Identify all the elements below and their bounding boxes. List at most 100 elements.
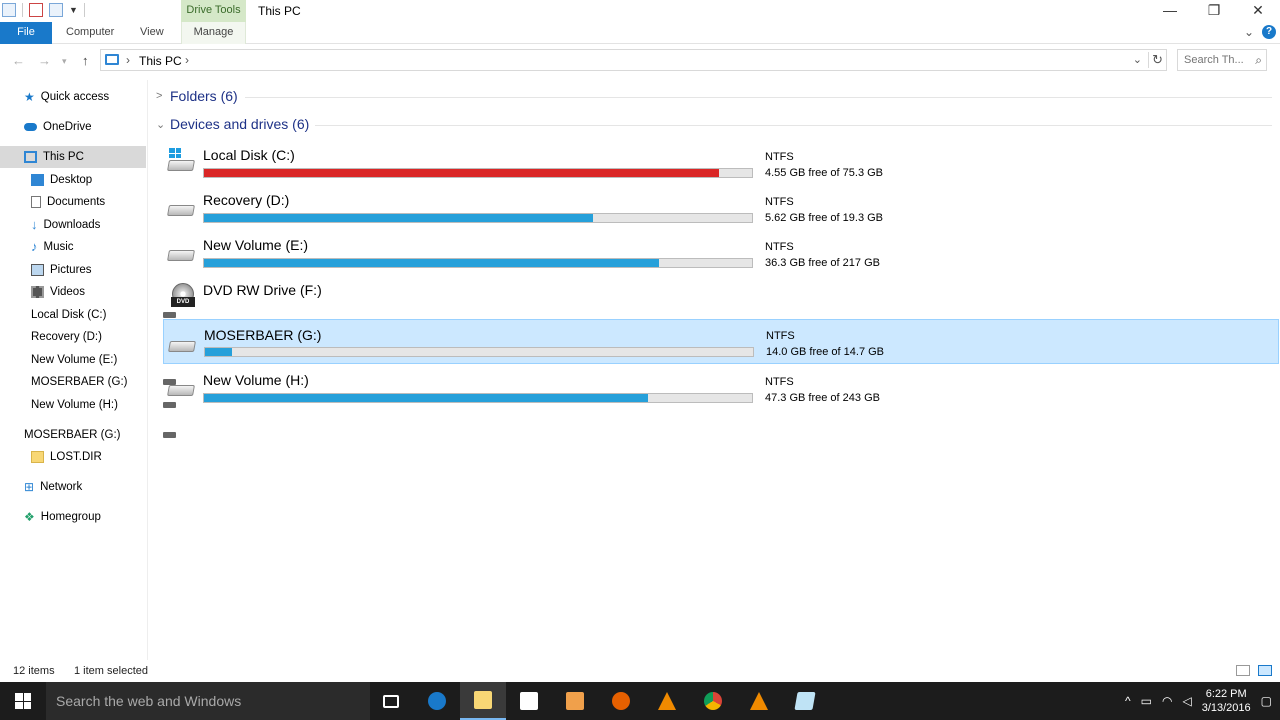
group-folders[interactable]: > Folders (6) [156,88,238,104]
nav-moserbaer-g-root[interactable]: MOSERBAER (G:) [0,424,176,446]
nav-desktop[interactable]: Desktop [0,169,146,191]
help-icon[interactable]: ? [1262,25,1276,39]
drive-item-d[interactable]: Recovery (D:) NTFS 5.62 GB free of 19.3 … [163,187,1279,231]
nav-label: MOSERBAER (G:) [31,376,128,388]
nav-label: LOST.DIR [50,451,102,463]
drive-usage-bar [203,168,753,178]
new-folder-icon[interactable] [49,3,63,17]
properties-icon[interactable] [2,3,16,17]
start-button[interactable] [0,682,46,720]
nav-label: Videos [50,286,85,298]
nav-recovery-d[interactable]: Recovery (D:) [0,326,176,348]
customize-toolbar-icon[interactable]: ▼ [69,5,78,15]
drive-item-h[interactable]: New Volume (H:) NTFS 47.3 GB free of 243… [163,367,1279,411]
nav-videos[interactable]: Videos [0,281,146,303]
drive-item-e[interactable]: New Volume (E:) NTFS 36.3 GB free of 217… [163,232,1279,276]
details-view-icon[interactable] [1236,665,1250,676]
tab-file[interactable]: File [0,22,52,44]
clock-date: 3/13/2016 [1201,702,1251,714]
nav-pictures[interactable]: Pictures [0,259,146,281]
drive-free-space: 4.55 GB free of 75.3 GB [765,167,884,179]
up-arrow-icon[interactable]: ↑ [82,53,89,68]
nav-lost-dir[interactable]: LOST.DIR [0,446,146,468]
notepad-icon[interactable] [782,682,828,720]
nav-documents[interactable]: Documents [0,191,146,213]
address-row: ← → ▾ ↑ › This PC › ⌄ ↻ ⌕ [0,46,1280,76]
homegroup-icon: ❖ [24,510,35,524]
address-dropdown-icon[interactable]: ⌄ [1133,53,1142,66]
battery-icon[interactable]: ▭ [1141,694,1152,708]
drive-usage-fill [204,169,720,177]
nav-label: New Volume (H:) [31,399,118,411]
task-view-icon[interactable] [368,682,414,720]
notifications-icon[interactable]: ▢ [1261,694,1272,708]
nav-homegroup[interactable]: ❖ Homegroup [0,506,146,528]
desktop-icon [31,174,44,186]
clock[interactable]: 6:22 PM 3/13/2016 [1202,687,1251,715]
nav-moserbaer-g[interactable]: MOSERBAER (G:) [0,371,176,393]
nav-this-pc[interactable]: This PC [0,146,146,168]
file-explorer-icon[interactable] [460,682,506,720]
store-icon[interactable] [506,682,552,720]
chrome-icon[interactable] [690,682,736,720]
nav-onedrive[interactable]: OneDrive [0,116,146,138]
back-arrow-icon[interactable]: ← [12,53,25,68]
taskbar: Search the web and Windows ^ ▭ ◠ ◁ 6:22 … [0,682,1280,720]
firefox-icon[interactable] [598,682,644,720]
nav-downloads[interactable]: ↓ Downloads [0,214,146,236]
nav-network[interactable]: ⊞ Network [0,476,146,498]
media-player-icon[interactable] [552,682,598,720]
search-icon[interactable]: ⌕ [1255,53,1262,68]
tab-manage[interactable]: Manage [181,22,246,44]
nav-new-volume-h[interactable]: New Volume (H:) [0,394,176,416]
edge-icon[interactable] [414,682,460,720]
minimize-button[interactable]: — [1148,0,1192,22]
forward-arrow-icon[interactable]: → [38,53,51,68]
nav-local-disk-c[interactable]: Local Disk (C:) [0,304,176,326]
drive-item-c[interactable]: Local Disk (C:) NTFS 4.55 GB free of 75.… [163,142,1279,186]
nav-label: Documents [47,196,106,208]
tray-chevron-icon[interactable]: ^ [1125,694,1131,708]
vlc-icon[interactable] [736,682,782,720]
vlc-icon[interactable] [644,682,690,720]
taskbar-search[interactable]: Search the web and Windows [46,682,370,720]
this-pc-icon [105,54,119,65]
expand-ribbon-icon[interactable]: ⌄ [1244,25,1254,39]
wifi-icon[interactable]: ◠ [1162,694,1172,708]
close-button[interactable]: ✕ [1236,0,1280,22]
address-bar[interactable]: › This PC › ⌄ ↻ [100,49,1167,71]
nav-music[interactable]: ♪ Music [0,236,146,258]
drive-filesystem: NTFS [765,376,794,388]
breadcrumb-separator[interactable]: › [126,53,130,67]
tiles-view-icon[interactable] [1258,665,1272,676]
status-bar: 12 items 1 item selected [0,660,1280,682]
hard-drive-icon [167,160,195,171]
tab-computer[interactable]: Computer [56,22,124,44]
nav-new-volume-e[interactable]: New Volume (E:) [0,349,176,371]
drive-free-space: 47.3 GB free of 243 GB [765,392,880,404]
search-input[interactable] [1178,50,1248,70]
restore-button[interactable]: ❐ [1192,0,1236,22]
selection-count: 1 item selected [74,665,148,677]
ribbon-right-controls: ⌄ ? [1244,25,1276,39]
quick-access-toolbar: ▼ [2,3,85,17]
search-box[interactable]: ⌕ [1177,49,1267,71]
nav-label: Local Disk (C:) [31,309,107,321]
properties-check-icon[interactable] [29,3,43,17]
hard-drive-icon [167,250,195,261]
window-title: This PC [258,4,301,18]
drive-item-g[interactable]: MOSERBAER (G:) NTFS 14.0 GB free of 14.7… [163,319,1279,364]
drive-item-f[interactable]: DVD DVD RW Drive (F:) [163,277,1279,321]
breadcrumb-separator[interactable]: › [185,53,189,67]
music-note-icon: ♪ [31,239,38,254]
recent-locations-icon[interactable]: ▾ [62,56,67,67]
breadcrumb-this-pc[interactable]: This PC [139,54,182,68]
drive-filesystem: NTFS [765,196,794,208]
tab-view[interactable]: View [130,22,174,44]
nav-quick-access[interactable]: ★ Quick access [0,86,146,108]
volume-icon[interactable]: ◁ [1182,694,1191,708]
group-devices[interactable]: ⌄ Devices and drives (6) [156,116,309,132]
refresh-icon[interactable]: ↻ [1148,52,1163,68]
document-icon [31,196,41,208]
drive-name: New Volume (E:) [203,237,309,253]
